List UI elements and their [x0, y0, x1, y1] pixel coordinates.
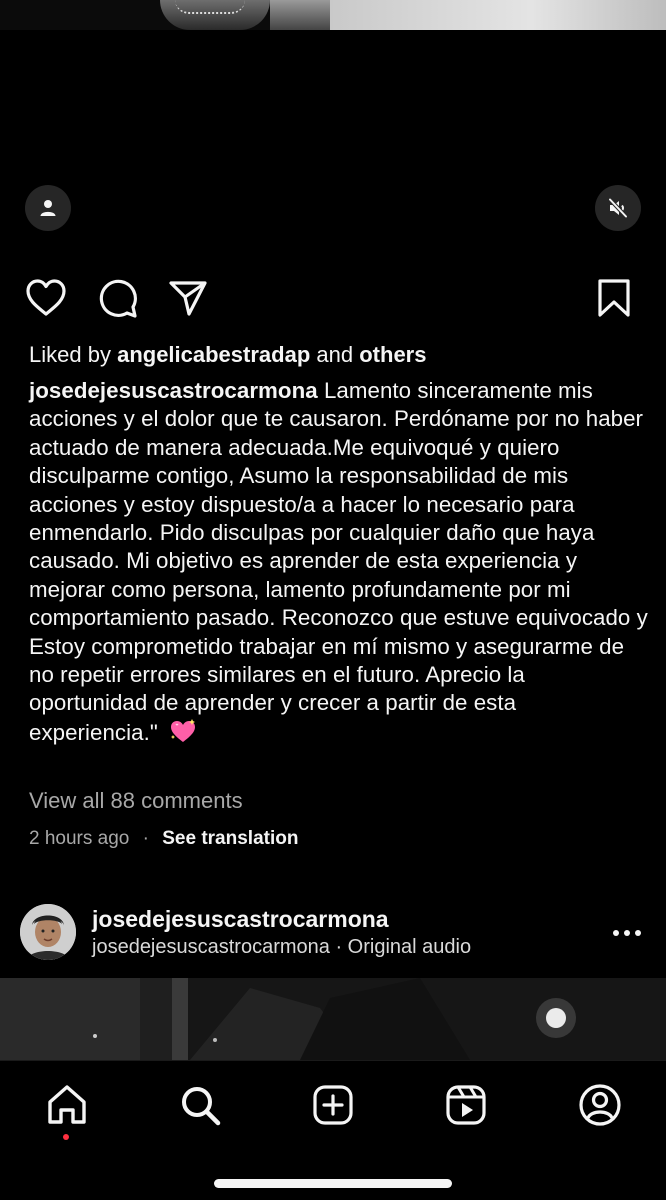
sparkling-heart-icon [171, 718, 196, 742]
save-button[interactable] [592, 276, 636, 320]
tab-search[interactable] [176, 1081, 224, 1129]
user-tag-button[interactable] [25, 185, 71, 231]
next-post-header: josedejesuscastrocarmona josedejesuscast… [0, 900, 666, 966]
liked-by-prefix: Liked by [29, 342, 111, 367]
post-media-top[interactable] [0, 0, 666, 30]
more-dots-icon [613, 930, 641, 936]
media-necklace [175, 0, 245, 14]
next-post-username[interactable]: josedejesuscastrocarmona [92, 905, 389, 933]
tab-profile[interactable] [576, 1081, 624, 1129]
post-timestamp: 2 hours ago [29, 828, 130, 849]
bookmark-icon [598, 279, 630, 317]
liked-by-text[interactable]: Liked by angelicabestradap and others [29, 341, 426, 369]
home-indicator[interactable] [214, 1179, 452, 1188]
tab-reels[interactable] [442, 1081, 490, 1129]
share-button[interactable] [166, 276, 210, 320]
avatar-photo [20, 904, 76, 960]
notification-dot [63, 1134, 69, 1140]
bottom-tab-bar [0, 1060, 666, 1200]
liked-by-and: and [316, 342, 354, 367]
see-translation-link[interactable]: See translation [162, 828, 298, 849]
tab-create[interactable] [309, 1081, 357, 1129]
heart-icon [26, 279, 66, 316]
comment-icon [99, 279, 137, 318]
next-media-scene [0, 978, 666, 1060]
view-all-comments-link[interactable]: View all 88 comments [29, 787, 243, 815]
media-figure-middle [270, 0, 330, 30]
reels-icon [446, 1085, 486, 1125]
person-icon [40, 200, 56, 216]
liked-by-username[interactable]: angelicabestradap [117, 342, 310, 367]
avatar[interactable] [20, 904, 76, 960]
paper-plane-icon [169, 281, 207, 316]
post-video[interactable] [0, 30, 666, 250]
search-icon [182, 1087, 221, 1126]
like-button[interactable] [24, 276, 68, 320]
caption-text: Lamento sinceramente mis acciones y el d… [29, 378, 648, 745]
mute-button[interactable] [595, 185, 641, 231]
more-options-button[interactable] [606, 918, 648, 948]
original-audio-link[interactable]: josedejesuscastrocarmona · Original audi… [92, 935, 471, 959]
home-icon [48, 1085, 86, 1124]
create-icon [313, 1085, 353, 1125]
caption-username[interactable]: josedejesuscastrocarmona [29, 378, 318, 403]
meta-separator: · [142, 828, 149, 849]
profile-icon [579, 1084, 621, 1126]
next-post-media[interactable] [0, 978, 666, 1060]
post-actions [0, 276, 666, 322]
liked-by-others[interactable]: others [359, 342, 426, 367]
speaker-muted-icon [608, 198, 628, 218]
post-meta: 2 hours ago · See translation [29, 827, 298, 851]
comment-button[interactable] [96, 276, 140, 320]
media-figure-right [330, 0, 666, 30]
tab-home[interactable] [43, 1081, 91, 1129]
post-caption: josedejesuscastrocarmona Lamento sincera… [29, 377, 649, 747]
